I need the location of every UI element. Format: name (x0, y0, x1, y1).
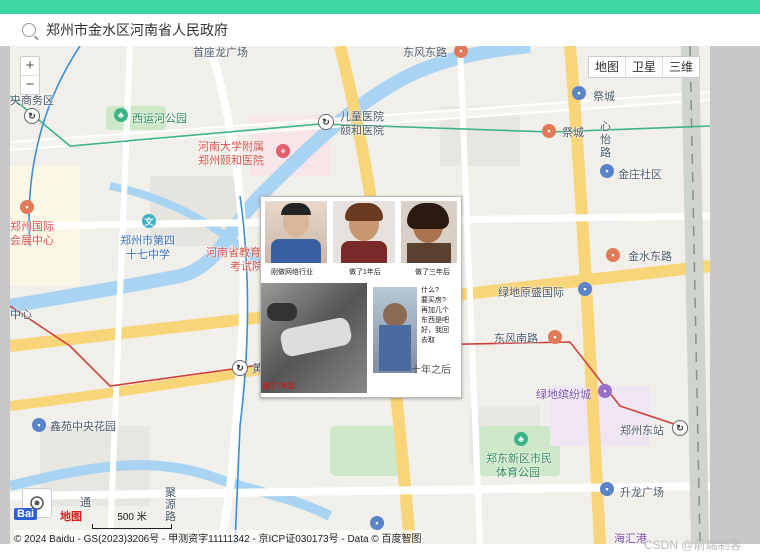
map-copyright: © 2024 Baidu - GS(2023)3206号 - 甲测资字11111… (14, 530, 422, 545)
poi-label: 金庄社区 (618, 169, 662, 181)
photo-panel (333, 201, 395, 263)
poi-marker-icon[interactable]: ▪ (542, 124, 556, 138)
photo-panel (401, 201, 457, 263)
poi-marker-icon[interactable]: ▪ (548, 330, 562, 344)
hospital-label: 郑州颐和医院 (198, 155, 264, 167)
scale-label: 500 米 (117, 512, 147, 523)
poi-label: 升龙广场 (620, 487, 664, 499)
bubble-line: 东西是吧 (421, 317, 449, 324)
zoom-in-button[interactable]: + (21, 57, 39, 76)
metro-station-icon[interactable]: ↻ (318, 114, 334, 130)
mall-label: 绿地缤纷城 (536, 389, 591, 401)
poi-label: 首座龙广场 (193, 47, 248, 59)
poi-label: 祭城 (593, 91, 615, 103)
poi-label: 颐和医院 (340, 125, 384, 137)
road-label: 东风东路 (403, 47, 447, 59)
left-margin (0, 46, 10, 544)
metro-label: 中心 (10, 309, 32, 321)
road-label: 东风南路 (494, 333, 538, 345)
poi-marker-icon[interactable]: ▪ (370, 516, 384, 530)
hospital-icon[interactable]: + (276, 144, 290, 158)
poi-marker-icon[interactable]: ▪ (600, 164, 614, 178)
overlay-caption: 做了1年后 (349, 269, 381, 276)
overlay-caption: 十年之后 (411, 365, 451, 376)
poi-label: 绿地原盛国际 (498, 287, 564, 299)
search-bar[interactable] (10, 14, 760, 47)
bubble-line: 去取 (421, 337, 435, 344)
park-label: 体育公园 (496, 467, 540, 479)
photo-panel (261, 283, 367, 393)
road-label: 金水东路 (628, 251, 672, 263)
poi-marker-icon[interactable]: ▪ (20, 200, 34, 214)
poi-marker-icon[interactable]: ▪ (606, 248, 620, 262)
station-label: 郑州东站 (620, 425, 664, 437)
photo-panel (265, 201, 327, 263)
search-icon (22, 23, 36, 37)
park-icon[interactable]: ♣ (514, 432, 528, 446)
poi-label: 鑫苑中央花园 (50, 421, 116, 433)
top-accent-bar (0, 0, 760, 14)
poi-marker-icon[interactable]: ▪ (572, 86, 586, 100)
overlay-caption: 刚做网络行业 (271, 269, 313, 276)
scale-bar: 500 米 (92, 508, 172, 529)
map-type-standard[interactable]: 地图 (589, 57, 627, 77)
zoom-out-button[interactable]: − (21, 76, 39, 94)
map-type-switcher: 地图 卫星 三维 (588, 56, 701, 78)
road-label: 路 (600, 147, 611, 159)
search-input[interactable] (44, 21, 648, 39)
zoom-control: + − (20, 56, 40, 95)
park-icon[interactable]: ♣ (114, 108, 128, 122)
right-margin (710, 46, 760, 544)
overlay-caption: 做了1年后 (263, 383, 295, 390)
metro-station-icon[interactable]: ↻ (672, 420, 688, 436)
baidu-map-logo: 地图 (60, 511, 82, 523)
poi-marker-icon[interactable]: ▪ (600, 482, 614, 496)
map-type-satellite[interactable]: 卫星 (626, 57, 664, 77)
overlay-caption: 做了三年后 (415, 269, 450, 276)
bubble-line: 要买房? (421, 297, 446, 304)
school-label: 十七中学 (126, 249, 170, 261)
speech-bubble: 什么? 要买房? 再加几个 东西是吧 好，我回 去取 (421, 285, 459, 345)
image-overlay[interactable]: 刚做网络行业 做了1年后 做了三年后 做了1年后 什么? 要买房? 再加几个 东… (260, 196, 462, 398)
scale-ruler (92, 524, 172, 529)
poi-label: 考试院 (230, 261, 263, 273)
bubble-line: 再加几个 (421, 307, 449, 314)
park-label: 西运河公园 (132, 113, 187, 125)
poi-marker-icon[interactable]: ▪ (32, 418, 46, 432)
school-icon[interactable]: 文 (142, 214, 156, 228)
baidu-logo: Bai (14, 508, 38, 520)
watermark: CSDN @前端制客 (644, 538, 742, 552)
poi-label: 祭城 (562, 127, 584, 139)
poi-label: 海汇港 (614, 533, 647, 544)
mall-icon[interactable]: ▪ (598, 384, 612, 398)
poi-marker-icon[interactable]: ▪ (578, 282, 592, 296)
metro-station-icon[interactable]: ↻ (232, 360, 248, 376)
bubble-line: 好，我回 (421, 327, 449, 334)
poi-label: 会展中心 (10, 235, 54, 247)
metro-station-icon[interactable]: ↻ (24, 108, 40, 124)
bubble-line: 什么? (421, 287, 439, 294)
map-type-3d[interactable]: 三维 (663, 57, 699, 77)
